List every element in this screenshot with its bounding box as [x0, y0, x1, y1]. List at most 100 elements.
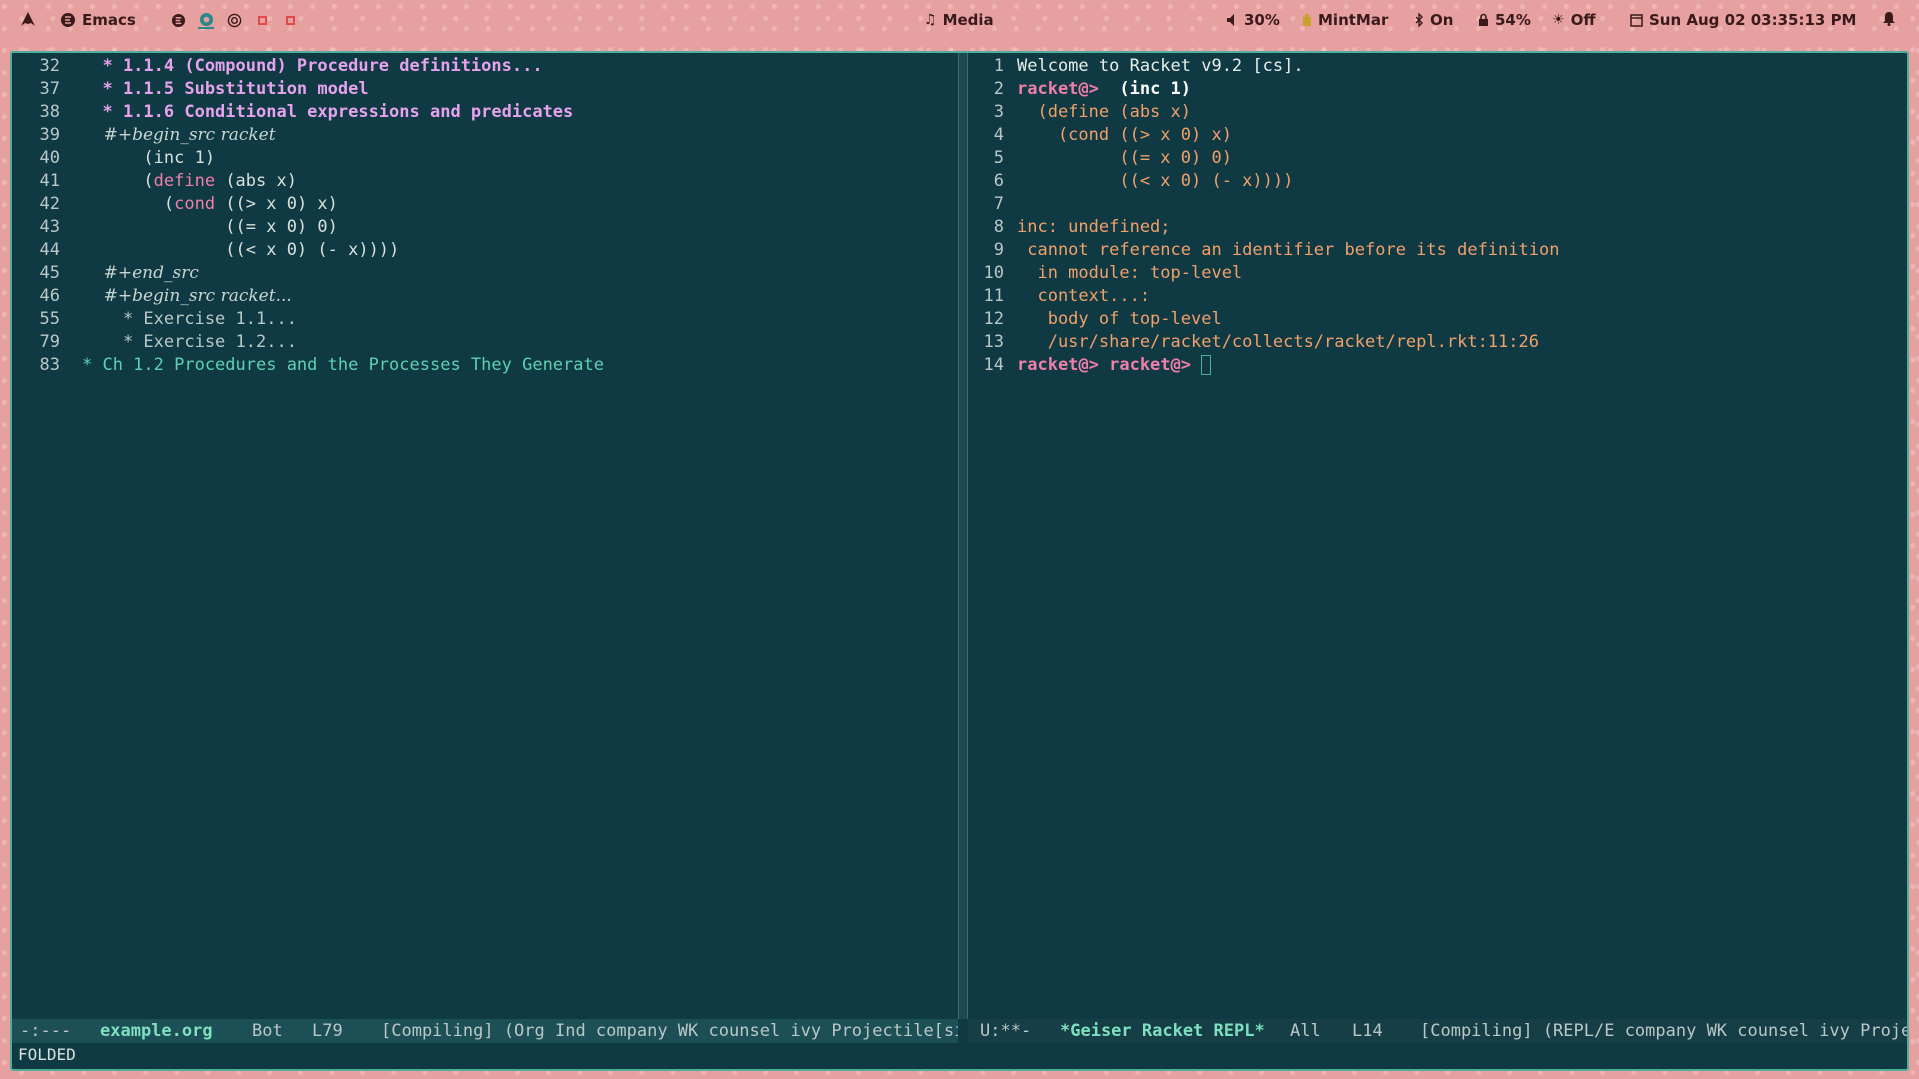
line-number: 2 — [993, 79, 1004, 99]
src-block-meta: #+begin_src racket — [82, 125, 276, 145]
line-number: 7 — [993, 194, 1004, 214]
code-line: (cond ((> x 0) x) — [82, 194, 338, 214]
volume-value: 30% — [1244, 11, 1280, 29]
repl-input-line[interactable]: racket@> racket@> — [1017, 354, 1212, 377]
repl-prompt: racket@> racket@> — [1017, 355, 1191, 375]
emacs-icon — [61, 13, 75, 27]
line-indicator: L14 — [1352, 1021, 1383, 1041]
buffer-name[interactable]: *Geiser Racket REPL* — [1060, 1019, 1265, 1043]
emacs-ws-icon[interactable] — [170, 12, 186, 28]
top-bar: Emacs ♫ Media 30% MintMar On 54% ☀ Off S… — [0, 0, 1919, 42]
line-number: 12 — [983, 309, 1004, 329]
line-number: 41 — [39, 171, 60, 191]
buffer-name[interactable]: example.org — [100, 1019, 213, 1043]
browser-ws-icon[interactable] — [198, 11, 214, 29]
line-number: 46 — [39, 286, 60, 306]
repl-error: body of top-level — [1017, 309, 1222, 329]
code-line: (define (abs x) — [82, 171, 297, 191]
org-heading: * Ch 1.2 Procedures and the Processes Th… — [82, 355, 604, 375]
line-number: 3 — [993, 102, 1004, 122]
line-number: 11 — [983, 286, 1004, 306]
media-widget[interactable]: ♫ Media — [924, 11, 994, 29]
scroll-position: Bot — [252, 1021, 283, 1041]
code-line: ((< x 0) (- x)))) — [82, 240, 400, 260]
window-divider[interactable] — [958, 53, 968, 1019]
code-line: ((= x 0) 0) — [82, 217, 338, 237]
modeline-right[interactable]: U:**- *Geiser Racket REPL* All L14 [Comp… — [968, 1019, 1907, 1043]
media-label: Media — [942, 11, 994, 29]
line-number: 45 — [39, 263, 60, 283]
battery-widget[interactable]: 54% — [1478, 11, 1531, 29]
src-block-meta: #+begin_src racket... — [82, 286, 292, 306]
brightness-status: Off — [1570, 11, 1596, 29]
repl-error: cannot reference an identifier before it… — [1017, 240, 1560, 260]
workspace-switcher — [170, 11, 298, 29]
line-indicator: L79 — [312, 1021, 343, 1041]
repl-error: context...: — [1017, 286, 1151, 306]
org-heading: * 1.1.6 Conditional expressions and pred… — [82, 102, 574, 122]
line-number: 4 — [993, 125, 1004, 145]
line-number: 40 — [39, 148, 60, 168]
org-heading: * 1.1.4 (Compound) Procedure definitions… — [82, 56, 543, 76]
brightness-widget[interactable]: ☀ Off — [1552, 11, 1595, 29]
bluetooth-status: On — [1430, 11, 1454, 29]
lock-icon — [1479, 13, 1488, 26]
org-buffer-pane[interactable]: 32 * 1.1.4 (Compound) Procedure definiti… — [12, 53, 958, 1019]
empty-ws-icon[interactable] — [282, 12, 298, 28]
src-block-meta: #+end_src — [82, 263, 199, 283]
minibuffer[interactable]: FOLDED — [12, 1043, 1907, 1069]
line-number: 44 — [39, 240, 60, 260]
repl-input-line: racket@> (inc 1) — [1017, 78, 1191, 101]
folded-heading: * Exercise 1.1... — [82, 309, 297, 329]
line-number: 43 — [39, 217, 60, 237]
bell-icon[interactable] — [1882, 11, 1896, 26]
line-number: 5 — [993, 148, 1004, 168]
keyboard-layout: MintMar — [1318, 11, 1389, 29]
line-number: 13 — [983, 332, 1004, 352]
line-number: 39 — [39, 125, 60, 145]
repl-buffer-pane[interactable]: 1 Welcome to Racket v9.2 [cs]. 2 racket@> … — [968, 53, 1907, 1019]
text-cursor — [1201, 355, 1212, 375]
folded-heading: * Exercise 1.2... — [82, 332, 297, 352]
emacs-frame: 32 * 1.1.4 (Compound) Procedure definiti… — [10, 51, 1909, 1071]
repl-error: in module: top-level — [1017, 263, 1243, 283]
buffer-state: U:**- — [980, 1021, 1032, 1041]
line-number: 38 — [39, 102, 60, 122]
arch-icon[interactable] — [20, 11, 36, 27]
line-number: 37 — [39, 79, 60, 99]
keyboard-icon — [1303, 14, 1311, 26]
line-number: 9 — [993, 240, 1004, 260]
modeline-left[interactable]: -:--- example.org Bot L79 [Compiling] (O… — [12, 1019, 958, 1043]
repl-error: /usr/share/racket/collects/racket/repl.r… — [1017, 332, 1539, 352]
target-ws-icon[interactable] — [226, 12, 242, 28]
speaker-icon — [1227, 14, 1234, 26]
org-heading: * 1.1.5 Substitution model — [82, 79, 369, 99]
bluetooth-icon — [1415, 13, 1423, 27]
battery-value: 54% — [1495, 11, 1531, 29]
mode-list[interactable]: [Compiling] (Org Ind company WK counsel … — [381, 1019, 958, 1043]
calendar-icon — [1630, 14, 1643, 27]
repl-error: inc: undefined; — [1017, 217, 1171, 237]
line-number: 6 — [993, 171, 1004, 191]
mode-list[interactable]: [Compiling] (REPL/E company WK counsel i… — [1420, 1019, 1907, 1043]
line-number: 55 — [39, 309, 60, 329]
clock-widget[interactable]: Sun Aug 02 03:35:13 PM — [1630, 11, 1857, 29]
line-number: 10 — [983, 263, 1004, 283]
datetime: Sun Aug 02 03:35:13 PM — [1649, 11, 1857, 29]
code-line: (inc 1) — [82, 148, 216, 168]
repl-prompt: racket@> — [1017, 79, 1099, 99]
repl-output: (define (abs x) — [1017, 102, 1191, 122]
line-number: 79 — [39, 332, 60, 352]
sun-icon: ☀ — [1552, 12, 1565, 28]
repl-output: ((= x 0) 0) — [1017, 148, 1232, 168]
volume-widget[interactable]: 30% — [1226, 11, 1280, 29]
scroll-position: All — [1290, 1021, 1321, 1041]
line-number: 32 — [39, 56, 60, 76]
app-label: Emacs — [82, 11, 136, 29]
line-number: 8 — [993, 217, 1004, 237]
keyboard-widget[interactable]: MintMar — [1302, 11, 1388, 29]
bluetooth-widget[interactable]: On — [1414, 11, 1453, 29]
empty-ws-icon[interactable] — [254, 12, 270, 28]
active-app[interactable]: Emacs — [60, 11, 136, 29]
line-number: 42 — [39, 194, 60, 214]
